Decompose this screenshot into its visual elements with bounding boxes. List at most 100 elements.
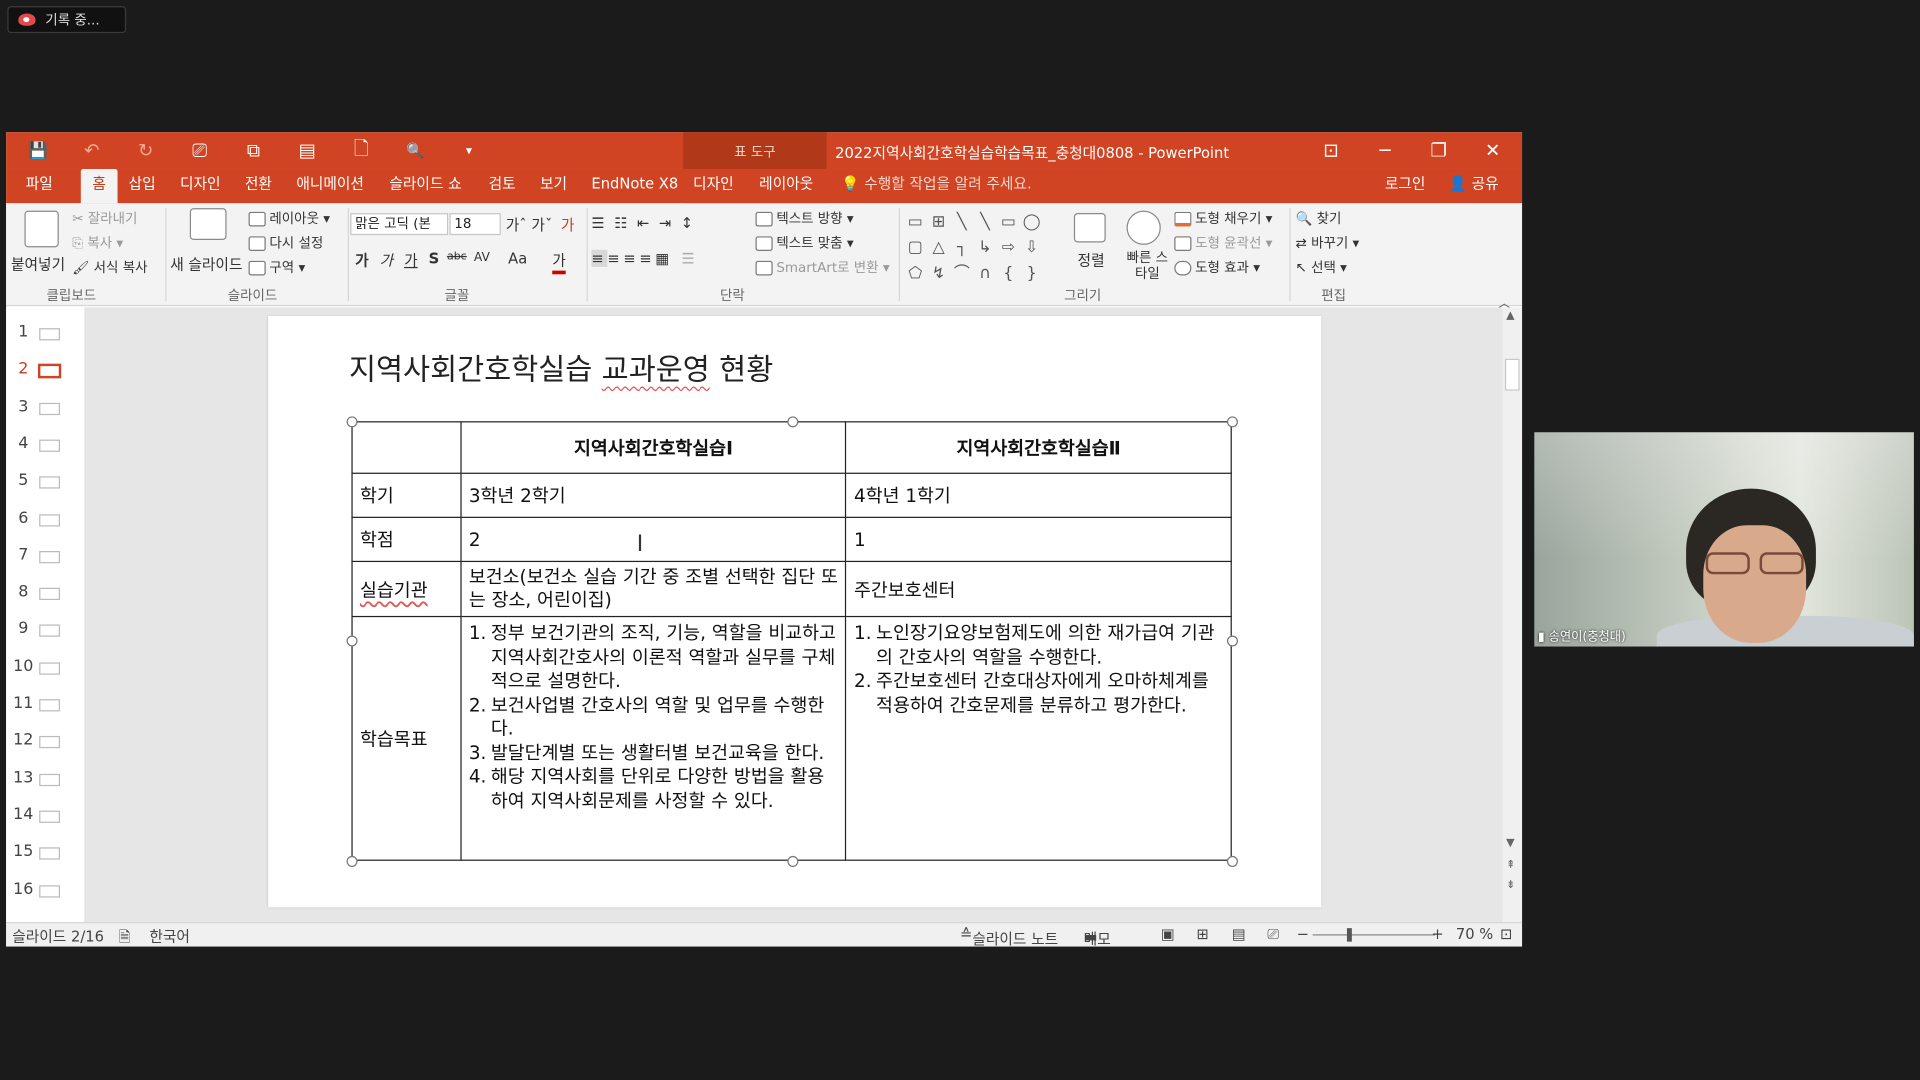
notes-button[interactable]: ≙ 슬라이드 노트 (960, 926, 1058, 948)
strikethrough-button[interactable]: abc (447, 251, 467, 263)
resize-handle[interactable] (787, 855, 799, 867)
save-icon[interactable]: 💾 (11, 141, 65, 159)
new-slide-button[interactable]: 새 슬라이드 (170, 253, 242, 274)
shape-icon[interactable]: ⌒ (950, 262, 973, 285)
font-family-select[interactable]: 맑은 고딕 (본 (350, 213, 449, 236)
slide-thumbnail[interactable]: 8 (6, 574, 86, 611)
shape-outline-button[interactable]: 도형 윤곽선 ▾ (1174, 233, 1272, 253)
shape-icon[interactable]: ⇨ (997, 236, 1020, 259)
new-slide-icon[interactable] (189, 208, 227, 241)
select-button[interactable]: ↖ 선택 ▾ (1296, 257, 1347, 277)
convert-smartart-button[interactable]: SmartArt로 변환 ▾ (755, 257, 890, 277)
bold-button[interactable]: 가 (355, 250, 369, 271)
shadow-button[interactable]: S (429, 250, 440, 267)
next-slide-icon[interactable]: ⇟ (1506, 879, 1515, 891)
shape-icon[interactable]: △ (927, 236, 950, 259)
change-case-button[interactable]: Aa (508, 250, 527, 267)
text-direction-button[interactable]: 텍스트 방향 ▾ (755, 208, 854, 228)
tab-insert[interactable]: 삽입 (129, 169, 156, 203)
tab-review[interactable]: 검토 (489, 169, 516, 203)
customize-qat-icon[interactable]: ▾ (442, 144, 496, 157)
table-cell[interactable]: 1. 노인장기요양보험제도에 의한 재가급여 기관의 간호사의 역할을 수행한다.… (845, 615, 1232, 861)
row-label[interactable]: 학기 (351, 472, 462, 518)
tab-endnote[interactable]: EndNote X8 (591, 169, 678, 203)
tab-home[interactable]: 홈 (80, 168, 118, 204)
scroll-down-icon[interactable]: ▼ (1506, 838, 1514, 850)
slide-thumbnail[interactable]: 13 (6, 760, 86, 797)
table-cell[interactable]: 보건소(보건소 실습 기간 중 조별 선택한 집단 또는 장소, 어린이집) (460, 560, 847, 618)
resize-handle[interactable] (1226, 635, 1238, 647)
char-spacing-button[interactable]: AV (474, 251, 490, 264)
slide-thumbnail[interactable]: 15 (6, 834, 86, 871)
slide-thumbnail[interactable]: 14 (6, 797, 86, 834)
row-label[interactable]: 실습기관 (351, 560, 462, 618)
shape-icon[interactable]: ↯ (927, 262, 950, 285)
shape-icon[interactable]: ∩ (973, 262, 996, 285)
shape-icon[interactable]: ◯ (1020, 211, 1043, 234)
minimize-button[interactable]: ─ (1358, 132, 1412, 169)
curriculum-table[interactable]: 지역사회간호학실습Ⅰ 지역사회간호학실습Ⅱ 학기 3학년 2학기 4학년 1학기… (351, 421, 1232, 861)
resize-handle[interactable] (346, 635, 358, 647)
fit-slide-icon[interactable]: ⊡ (1500, 926, 1512, 943)
slideshow-icon[interactable]: ⎚ (1267, 926, 1279, 944)
resize-handle[interactable] (1226, 416, 1238, 428)
slide-thumbnail[interactable]: 9 (6, 611, 86, 648)
layout-button[interactable]: 레이아웃 ▾ (248, 208, 330, 228)
layout-icon[interactable]: ▤ (280, 140, 334, 162)
shape-effects-button[interactable]: 도형 효과 ▾ (1174, 257, 1260, 277)
zoom-in-button[interactable]: + (1431, 926, 1443, 943)
paste-button[interactable]: 붙여넣기 (11, 253, 65, 274)
shape-icon[interactable]: ⊞ (927, 211, 950, 234)
underline-button[interactable]: 가 (404, 250, 418, 271)
normal-view-icon[interactable]: ▣ (1161, 926, 1175, 943)
section-button[interactable]: 구역 ▾ (248, 257, 305, 277)
slide-title[interactable]: 지역사회간호학실습 교과운영 현황 (349, 345, 773, 388)
slide-thumbnail[interactable]: 11 (6, 686, 86, 723)
slide-thumbnail[interactable]: 6 (6, 500, 86, 537)
print-preview-icon[interactable]: 🔍 (388, 142, 442, 159)
prev-slide-icon[interactable]: ⇞ (1506, 860, 1515, 872)
slide-thumbnail[interactable]: 1 (6, 315, 86, 352)
row-label[interactable]: 학점 (351, 516, 462, 563)
slide-thumbnail[interactable]: 12 (6, 723, 86, 760)
zoom-level[interactable]: 70 % (1456, 926, 1493, 943)
tab-transitions[interactable]: 전환 (245, 169, 272, 203)
tab-file[interactable]: 파일 (26, 169, 53, 203)
shape-icon[interactable]: ↳ (973, 236, 996, 259)
tab-slideshow[interactable]: 슬라이드 쇼 (389, 169, 461, 203)
font-size-select[interactable]: 18 (449, 213, 501, 236)
shrink-font-button[interactable]: 가ˇ (531, 214, 552, 235)
table-header-cell[interactable]: 지역사회간호학실습Ⅰ (460, 421, 847, 474)
table-cell[interactable]: 3학년 2학기 (460, 472, 847, 518)
row-label[interactable]: 학습목표 (351, 615, 462, 861)
shape-icon[interactable]: ⇩ (1020, 236, 1043, 259)
shape-icon[interactable]: ▭ (904, 211, 927, 234)
shape-icon[interactable]: ▢ (904, 236, 927, 259)
find-button[interactable]: 🔍 찾기 (1296, 208, 1342, 228)
shape-icon[interactable]: ╲ (973, 211, 996, 234)
shape-icon[interactable]: ╲ (950, 211, 973, 234)
resize-handle[interactable] (787, 416, 799, 428)
undo-icon[interactable]: ↶ (65, 140, 119, 162)
language-indicator[interactable]: 한국어 (149, 926, 190, 947)
clear-format-button[interactable]: 가 (561, 214, 575, 235)
copy-button[interactable]: ⎘ 복사 ▾ (72, 233, 123, 253)
slide-thumbnail[interactable]: 4 (6, 426, 86, 463)
arrange-button[interactable]: 정렬 (1078, 250, 1105, 271)
tab-animations[interactable]: 애니메이션 (296, 169, 364, 203)
shape-fill-button[interactable]: 도형 채우기 ▾ (1174, 208, 1272, 228)
font-color-button[interactable]: 가 (552, 250, 566, 275)
paragraph-list-buttons[interactable]: ☰ ☷ ⇤ ⇥ ↕ (591, 214, 695, 231)
shape-icon[interactable]: } (1020, 262, 1043, 285)
new-document-icon[interactable]: 🗋 (334, 135, 388, 166)
slide-thumbnail[interactable]: 2 (6, 352, 86, 389)
table-cell[interactable]: 1 (845, 516, 1232, 563)
paste-icon[interactable] (24, 210, 59, 248)
scroll-up-icon[interactable]: ▲ (1506, 310, 1514, 322)
table-cell[interactable]: 주간보호센터 (845, 560, 1232, 618)
zoom-out-button[interactable]: − (1297, 926, 1309, 943)
close-button[interactable]: ✕ (1466, 132, 1520, 169)
table-cell[interactable]: 4학년 1학기 (845, 472, 1232, 518)
italic-button[interactable]: 가 (380, 250, 394, 271)
shape-icon[interactable]: ▭ (997, 211, 1020, 234)
